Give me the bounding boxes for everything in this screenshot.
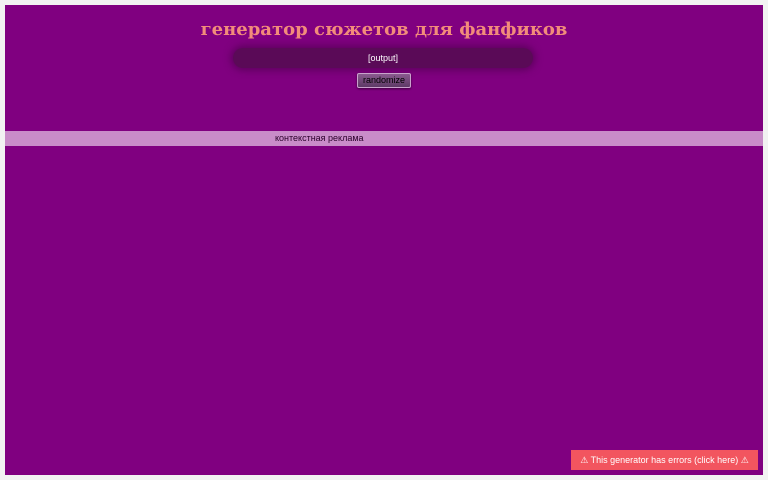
output-text: [output] bbox=[367, 53, 399, 63]
generator-errors-button[interactable]: ⚠ This generator has errors (click here)… bbox=[571, 450, 758, 470]
generator-page: генератор сюжетов для фанфиков [output] … bbox=[5, 5, 763, 475]
ad-bar: контекстная реклама bbox=[5, 131, 763, 146]
page-title: генератор сюжетов для фанфиков bbox=[200, 19, 568, 40]
output-box: [output] bbox=[233, 48, 533, 68]
randomize-button[interactable]: randomize bbox=[357, 73, 411, 88]
ad-label: контекстная реклама bbox=[275, 133, 364, 143]
